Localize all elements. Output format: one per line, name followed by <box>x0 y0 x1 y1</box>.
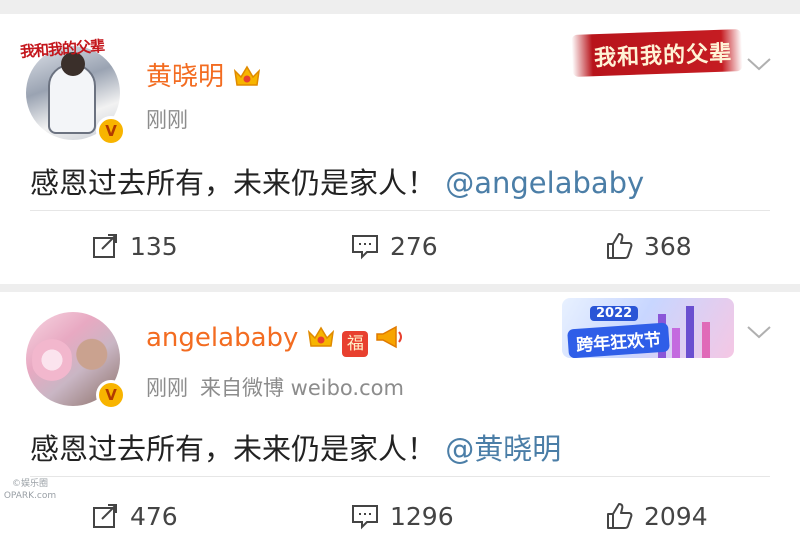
post-time: 刚刚 <box>146 108 188 132</box>
username-row: 黄晓明 <box>146 56 262 93</box>
action-bar: 476 1296 2094 <box>0 496 800 536</box>
avatar-flower <box>32 332 72 388</box>
comment-button[interactable]: 276 <box>350 226 438 266</box>
like-button[interactable]: 368 <box>604 226 692 266</box>
post-content: 感恩过去所有，未来仍是家人！ @黄晓明 <box>30 426 561 468</box>
post-text: 感恩过去所有，未来仍是家人！ <box>30 166 437 200</box>
like-button[interactable]: 2094 <box>604 496 708 536</box>
repost-count: 135 <box>130 231 178 261</box>
weibo-feed: 我和我的父辈 V 黄晓明 刚刚 我和我的父辈 感恩过去所有，未来仍是家人！ @a… <box>0 0 800 545</box>
divider <box>30 476 770 477</box>
banner-skyline <box>672 328 680 358</box>
crown-icon[interactable] <box>306 324 336 350</box>
post-card: 我和我的父辈 V 黄晓明 刚刚 我和我的父辈 感恩过去所有，未来仍是家人！ @a… <box>0 14 800 284</box>
username[interactable]: angelababy <box>146 323 298 353</box>
watermark-line: ©娱乐圈 <box>11 479 48 489</box>
comment-button[interactable]: 1296 <box>350 496 454 536</box>
like-count: 368 <box>644 231 692 261</box>
site-watermark: ©娱乐圈 OPARK.com <box>0 478 60 504</box>
banner-text: 我和我的父辈 <box>593 40 733 72</box>
banner-year: 2022 <box>590 306 639 321</box>
banner-skyline <box>686 306 694 358</box>
post-meta: 刚刚 来自微博 weibo.com <box>146 372 404 402</box>
comment-icon <box>352 505 378 530</box>
mention-link[interactable]: @angelababy <box>445 166 644 200</box>
repost-icon <box>93 234 117 258</box>
campaign-banner[interactable]: 2022 跨年狂欢节 <box>562 298 734 358</box>
repost-button[interactable]: 476 <box>90 496 178 536</box>
post-meta: 刚刚 <box>146 104 188 134</box>
post-source[interactable]: 来自微博 weibo.com <box>200 376 404 400</box>
post-time: 刚刚 <box>146 376 188 400</box>
action-bar: 135 276 368 <box>0 226 800 266</box>
chevron-down-icon[interactable] <box>744 54 774 74</box>
crown-icon[interactable] <box>232 63 262 89</box>
post-content: 感恩过去所有，未来仍是家人！ @angelababy <box>30 160 644 202</box>
repost-count: 476 <box>130 501 178 531</box>
comment-count: 1296 <box>390 501 454 531</box>
repost-button[interactable]: 135 <box>90 226 178 266</box>
campaign-banner[interactable]: 我和我的父辈 <box>571 29 743 77</box>
divider <box>30 210 770 211</box>
verified-icon: V <box>96 380 126 410</box>
chevron-down-icon[interactable] <box>744 322 774 342</box>
thumbs-up-icon <box>607 233 633 259</box>
banner-skyline <box>702 322 710 358</box>
repost-icon <box>93 504 117 528</box>
fu-icon[interactable]: 福 <box>342 331 369 357</box>
comment-icon <box>352 235 378 260</box>
post-card: V angelababy 福 刚刚 来自微博 weibo.com 2022 跨年狂… <box>0 292 800 545</box>
horn-icon[interactable] <box>374 324 404 350</box>
thumbs-up-icon <box>607 503 633 529</box>
username[interactable]: 黄晓明 <box>146 62 224 92</box>
comment-count: 276 <box>390 231 438 261</box>
post-text: 感恩过去所有，未来仍是家人！ <box>30 432 437 466</box>
banner-title: 跨年狂欢节 <box>567 322 670 358</box>
mention-link[interactable]: @黄晓明 <box>445 432 561 466</box>
verified-icon: V <box>96 116 126 146</box>
like-count: 2094 <box>644 501 708 531</box>
watermark-line: OPARK.com <box>3 491 57 501</box>
username-row: angelababy 福 <box>146 323 404 357</box>
